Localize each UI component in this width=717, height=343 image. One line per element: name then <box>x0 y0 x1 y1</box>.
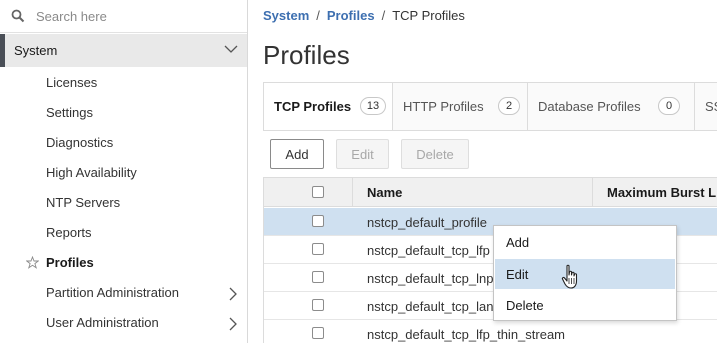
profile-tabs: TCP Profiles 13 HTTP Profiles 2 Database… <box>263 82 717 131</box>
hand-cursor-icon <box>561 264 578 289</box>
chevron-down-icon <box>224 45 238 53</box>
sidebar-item-label: Licenses <box>46 75 98 90</box>
sidebar-item-user-administration[interactable]: User Administration <box>0 308 247 338</box>
sidebar-item-label: High Availability <box>46 165 137 180</box>
search-input[interactable]: Search here <box>36 9 107 24</box>
tab-tcp-profiles[interactable]: TCP Profiles 13 <box>264 83 393 130</box>
context-menu-edit[interactable]: Edit <box>495 259 675 289</box>
column-divider <box>592 178 593 207</box>
sidebar-item-diagnostics[interactable]: Diagnostics <box>0 128 247 158</box>
tab-ssl-profiles[interactable]: SS <box>695 83 717 130</box>
breadcrumb-separator: / <box>381 8 386 23</box>
row-checkbox[interactable] <box>312 327 324 339</box>
tab-label: Database Profiles <box>538 99 641 114</box>
breadcrumb-profiles[interactable]: Profiles <box>327 8 375 23</box>
page-title: Profiles <box>263 40 350 70</box>
table-header: Name Maximum Burst Lin <box>264 177 717 207</box>
column-header-max-burst[interactable]: Maximum Burst Lin <box>607 185 717 200</box>
chevron-right-icon <box>229 287 237 301</box>
tab-count-badge: 2 <box>498 97 520 115</box>
context-menu-delete[interactable]: Delete <box>495 290 675 320</box>
row-checkbox[interactable] <box>312 215 324 227</box>
sidebar-item-label: Partition Administration <box>46 285 179 300</box>
sidebar-item-label: Profiles <box>46 255 94 270</box>
tab-http-profiles[interactable]: HTTP Profiles 2 <box>393 83 528 130</box>
sidebar-section-system[interactable]: System <box>0 34 247 67</box>
sidebar-item-label: User Administration <box>46 315 159 330</box>
tab-label: TCP Profiles <box>274 99 352 114</box>
breadcrumb-current: TCP Profiles <box>392 8 465 23</box>
column-header-name[interactable]: Name <box>367 185 402 200</box>
breadcrumb-system[interactable]: System <box>263 8 309 23</box>
row-name: nstcp_default_tcp_lnp <box>367 271 494 286</box>
star-icon[interactable] <box>26 256 39 269</box>
column-divider <box>352 178 353 207</box>
row-name: nstcp_default_tcp_lfp_thin_stream <box>367 327 566 342</box>
sidebar-item-label: Settings <box>46 105 93 120</box>
context-menu-add[interactable]: Add <box>495 227 675 257</box>
tab-label: SS <box>705 99 717 114</box>
sidebar: Search here System Licenses Settings Dia… <box>0 0 248 343</box>
row-name: nstcp_default_tcp_lfp <box>367 243 490 258</box>
chevron-right-icon <box>229 317 237 331</box>
sidebar-item-profiles[interactable]: Profiles <box>0 248 247 278</box>
context-menu-label: Edit <box>506 267 529 282</box>
sidebar-item-label: Diagnostics <box>46 135 114 150</box>
context-menu-label: Delete <box>506 298 544 313</box>
row-checkbox[interactable] <box>312 271 324 283</box>
row-name: nstcp_default_tcp_lan <box>367 299 494 314</box>
breadcrumb-separator: / <box>316 8 320 23</box>
delete-button[interactable]: Delete <box>401 139 469 169</box>
table-row[interactable]: nstcp_default_tcp_lfp_thin_stream <box>264 320 717 343</box>
row-context-menu: Add Edit Delete <box>493 225 677 321</box>
sidebar-item-partition-administration[interactable]: Partition Administration <box>0 278 247 308</box>
context-menu-label: Add <box>506 235 530 250</box>
breadcrumb: System / Profiles / TCP Profiles <box>263 8 465 23</box>
tab-count-badge: 13 <box>360 97 386 115</box>
select-all-checkbox[interactable] <box>312 186 324 198</box>
row-name: nstcp_default_profile <box>367 215 487 230</box>
edit-button[interactable]: Edit <box>336 139 389 169</box>
row-checkbox[interactable] <box>312 243 324 255</box>
sidebar-item-licenses[interactable]: Licenses <box>0 68 247 98</box>
search-bar[interactable]: Search here <box>0 0 247 33</box>
tab-label: HTTP Profiles <box>403 99 484 114</box>
tab-database-profiles[interactable]: Database Profiles 0 <box>528 83 695 130</box>
sidebar-section-label: System <box>14 43 58 58</box>
sidebar-item-settings[interactable]: Settings <box>0 98 247 128</box>
sidebar-item-label: Reports <box>46 225 92 240</box>
search-icon <box>11 9 25 23</box>
sidebar-item-high-availability[interactable]: High Availability <box>0 158 247 188</box>
add-button[interactable]: Add <box>270 139 324 169</box>
sidebar-item-ntp-servers[interactable]: NTP Servers <box>0 188 247 218</box>
sidebar-item-label: NTP Servers <box>46 195 121 210</box>
tab-count-badge: 0 <box>658 97 680 115</box>
sidebar-item-reports[interactable]: Reports <box>0 218 247 248</box>
row-checkbox[interactable] <box>312 299 324 311</box>
